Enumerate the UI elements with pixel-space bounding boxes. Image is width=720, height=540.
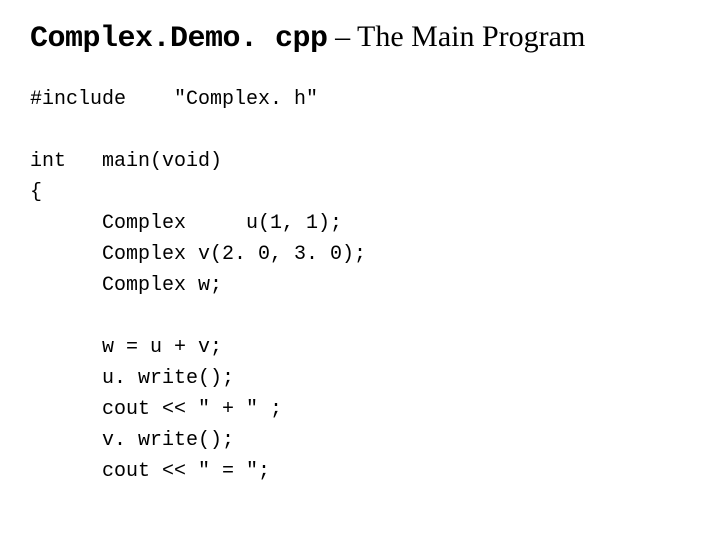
code-line-1a: #include [30,88,126,111]
title-filename: Complex.Demo. cpp [30,22,328,56]
code-line-6: Complex w; [102,274,222,297]
code-line-3: { [30,181,42,204]
code-line-2a: int [30,150,66,173]
code-block: #include "Complex. h" int main(void) { C… [30,84,690,487]
title-rest: – The Main Program [328,20,586,53]
code-line-11: cout << " = "; [102,460,270,483]
code-line-9: cout << " + " ; [102,398,282,421]
code-line-1b: "Complex. h" [174,88,318,111]
code-line-10: v. write(); [102,429,234,452]
slide: Complex.Demo. cpp – The Main Program #in… [0,0,720,517]
code-line-4: Complex u(1, 1); [102,212,342,235]
code-line-7: w = u + v; [102,336,222,359]
code-line-5: Complex v(2. 0, 3. 0); [102,243,366,266]
code-line-8: u. write(); [102,367,234,390]
slide-title: Complex.Demo. cpp – The Main Program [30,20,690,56]
code-line-2b: main(void) [102,150,222,173]
